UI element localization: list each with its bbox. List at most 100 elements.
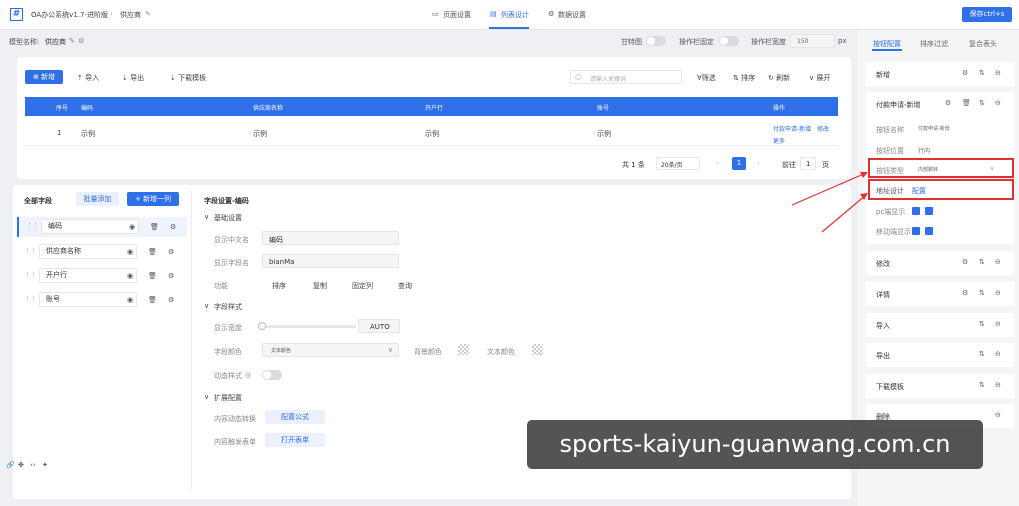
- sort-button[interactable]: ⇅ 排序: [733, 73, 755, 83]
- minus-circle-icon[interactable]: ⊖: [995, 258, 1001, 266]
- btn-name-value[interactable]: 付款申请-新增: [918, 125, 950, 132]
- rp-item-export[interactable]: 导出 ⇅ ⊖: [866, 343, 1014, 367]
- settings-icon[interactable]: ⚙: [945, 99, 951, 107]
- width-slider-handle[interactable]: [258, 322, 266, 330]
- tab-data-settings[interactable]: 数据设置: [558, 10, 586, 20]
- drag-handle-icon[interactable]: ⋮⋮: [24, 295, 37, 303]
- color-select[interactable]: 文本颜色 ∨: [262, 343, 399, 357]
- settings-icon[interactable]: ⚙: [168, 296, 174, 304]
- app-title[interactable]: OA办公系统v1.7-进阶版: [31, 10, 108, 20]
- field-row-account[interactable]: ⋮⋮ 账号 ◉ 🗑 ⚙: [17, 290, 187, 310]
- sort-icon[interactable]: ⇅: [979, 289, 985, 297]
- settings-icon[interactable]: ⚙: [962, 258, 968, 266]
- sort-icon[interactable]: ⇅: [979, 99, 985, 107]
- width-slider[interactable]: [262, 325, 356, 328]
- config-formula-button[interactable]: 配置公式: [265, 410, 325, 424]
- bg-color-picker[interactable]: [458, 344, 469, 355]
- tab-page-settings[interactable]: 页面设置: [443, 10, 471, 20]
- drag-handle-icon[interactable]: ⋮⋮: [24, 247, 37, 255]
- minus-circle-icon[interactable]: ⊖: [995, 381, 1001, 389]
- add-button[interactable]: ⊕ 新增: [25, 70, 63, 84]
- gear-icon[interactable]: ✤: [18, 461, 24, 469]
- export-button[interactable]: ⇣ 导出: [122, 73, 144, 83]
- settings-icon[interactable]: ⚙: [168, 272, 174, 280]
- eye-icon[interactable]: ◉: [129, 223, 135, 231]
- sort-icon[interactable]: ⇅: [979, 350, 985, 358]
- drag-handle-icon[interactable]: ⋮⋮: [26, 222, 39, 230]
- basic-section-chevron-icon[interactable]: ∨: [204, 213, 209, 221]
- save-button[interactable]: 保存ctrl+s: [962, 7, 1012, 22]
- field-name[interactable]: 编码: [41, 219, 139, 234]
- prev-page-icon[interactable]: ‹: [716, 159, 719, 167]
- sort-icon[interactable]: ⇅: [979, 258, 985, 266]
- eye-icon[interactable]: ◉: [127, 296, 133, 304]
- trash-icon[interactable]: 🗑: [148, 296, 157, 304]
- extend-section-chevron-icon[interactable]: ∨: [204, 393, 209, 401]
- eye-icon[interactable]: ◉: [127, 272, 133, 280]
- field-row-name[interactable]: ⋮⋮ 供应商名称 ◉ 🗑 ⚙: [17, 242, 187, 262]
- drag-handle-icon[interactable]: ⋮⋮: [24, 271, 37, 279]
- row-action-edit[interactable]: 修改: [817, 124, 829, 133]
- pc-display-checkbox[interactable]: [912, 207, 920, 215]
- feature-copy[interactable]: 复制: [313, 281, 327, 291]
- tab-button-config[interactable]: 按钮配置: [873, 39, 901, 49]
- pc-display-extra-icon[interactable]: [925, 207, 933, 215]
- mobile-display-checkbox[interactable]: [912, 227, 920, 235]
- minus-circle-icon[interactable]: ⊖: [995, 289, 1001, 297]
- sort-icon[interactable]: ⇅: [979, 320, 985, 328]
- minus-circle-icon[interactable]: ⊖: [995, 411, 1001, 419]
- rp-item-pay-new-title[interactable]: 付款申请-新增: [876, 100, 921, 110]
- style-section-chevron-icon[interactable]: ∨: [204, 302, 209, 310]
- model-edit-icon[interactable]: ✎: [69, 37, 75, 45]
- link-icon[interactable]: 🔗: [6, 461, 15, 469]
- minus-circle-icon[interactable]: ⊖: [995, 69, 1001, 77]
- rp-item-download-template[interactable]: 下载模板 ⇅ ⊖: [866, 374, 1014, 398]
- tab-sort-filter[interactable]: 排序过滤: [920, 39, 948, 49]
- batch-add-button[interactable]: 批量添加: [76, 192, 119, 206]
- ops-width-input[interactable]: 150: [790, 34, 835, 48]
- rp-item-import[interactable]: 导入 ⇅ ⊖: [866, 313, 1014, 337]
- field-name-input[interactable]: bianMa: [262, 254, 399, 268]
- settings-icon[interactable]: ⚙: [962, 289, 968, 297]
- gantt-toggle[interactable]: [646, 36, 666, 46]
- search-input[interactable]: ○ 请输入关键词: [570, 70, 682, 84]
- field-name[interactable]: 开户行: [39, 268, 137, 283]
- page-number-current[interactable]: 1: [732, 157, 746, 170]
- tab-compound-header[interactable]: 复合表头: [969, 39, 997, 49]
- trash-icon[interactable]: 🗑: [150, 223, 159, 231]
- display-name-input[interactable]: 编码: [262, 231, 399, 245]
- feature-fixed-column[interactable]: 固定列: [352, 281, 373, 291]
- rp-item-detail[interactable]: 详情 ⚙ ⇅ ⊖: [866, 282, 1014, 306]
- trash-icon[interactable]: 🗑: [962, 99, 971, 107]
- code-icon[interactable]: ‹›: [30, 461, 36, 469]
- field-row-code[interactable]: ⋮⋮ 编码 ◉ 🗑 ⚙: [17, 217, 187, 237]
- settings-icon[interactable]: ⚙: [168, 248, 174, 256]
- field-name[interactable]: 账号: [39, 292, 137, 307]
- row-action-pay-new[interactable]: 付款申请-新增: [773, 124, 811, 133]
- btn-position-value[interactable]: 行内: [918, 146, 930, 155]
- model-settings-icon[interactable]: ⚙: [78, 37, 84, 45]
- settings-icon[interactable]: ⚙: [170, 223, 176, 231]
- page-size-select[interactable]: 20条/页: [656, 157, 700, 170]
- download-template-button[interactable]: ⇣ 下载模板: [170, 73, 206, 83]
- feature-sort[interactable]: 排序: [272, 281, 286, 291]
- settings-icon[interactable]: ⚙: [962, 69, 968, 77]
- field-row-bank[interactable]: ⋮⋮ 开户行 ◉ 🗑 ⚙: [17, 266, 187, 286]
- tab-list-design[interactable]: 列表设计: [501, 10, 529, 20]
- dynamic-style-toggle[interactable]: [262, 370, 282, 380]
- eye-icon[interactable]: ◉: [127, 248, 133, 256]
- trash-icon[interactable]: 🗑: [148, 248, 157, 256]
- minus-circle-icon[interactable]: ⊖: [995, 350, 1001, 358]
- open-form-button[interactable]: 打开表单: [265, 433, 325, 447]
- help-icon[interactable]: ◎: [245, 371, 251, 379]
- next-page-icon[interactable]: ›: [757, 159, 760, 167]
- add-column-button[interactable]: + 新增一列: [127, 192, 179, 206]
- trash-icon[interactable]: 🗑: [148, 272, 157, 280]
- sort-icon[interactable]: ⇅: [979, 69, 985, 77]
- minus-circle-icon[interactable]: ⊖: [995, 320, 1001, 328]
- edit-icon[interactable]: ✎: [145, 10, 151, 18]
- width-input[interactable]: AUTO: [358, 319, 400, 333]
- text-color-picker[interactable]: [532, 344, 543, 355]
- field-name[interactable]: 供应商名称: [39, 244, 137, 259]
- refresh-button[interactable]: ↻ 刷新: [768, 73, 790, 83]
